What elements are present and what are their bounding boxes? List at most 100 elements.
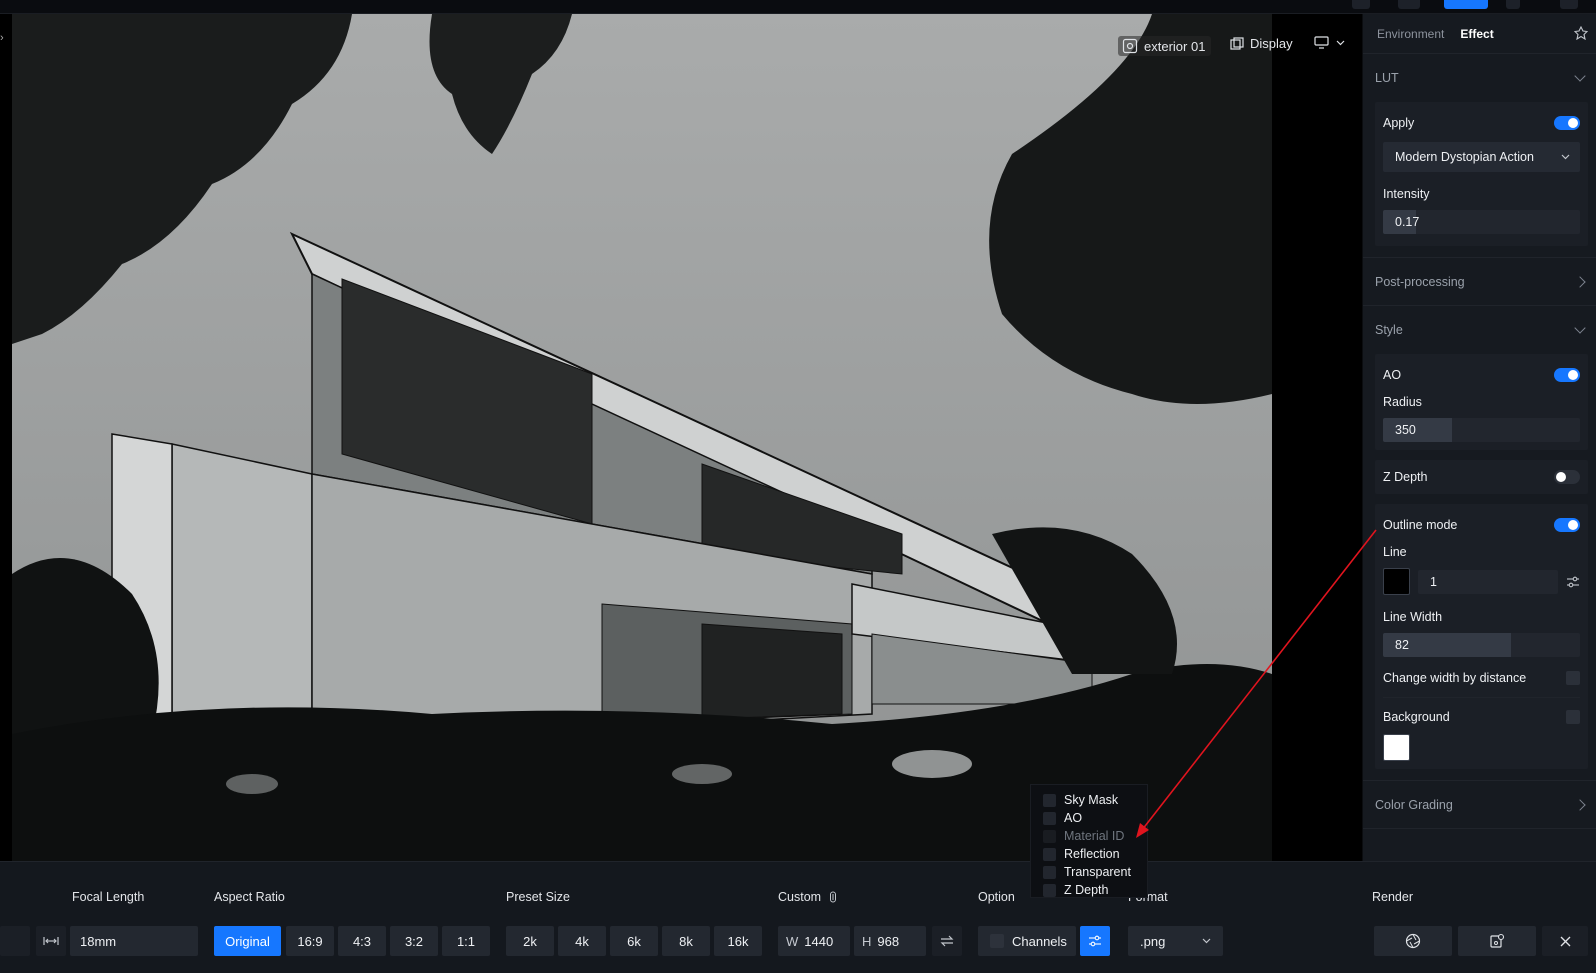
section-style-header[interactable]: Style: [1363, 306, 1596, 354]
height-prefix: H: [862, 933, 872, 949]
line-color-swatch[interactable]: [1383, 568, 1410, 595]
top-tool-button[interactable]: [1506, 0, 1520, 9]
display-icon: [1230, 36, 1244, 50]
channel-option-material-id: Material ID: [1043, 827, 1147, 845]
screen-menu-button[interactable]: [1314, 36, 1345, 50]
background-checkbox[interactable]: [1566, 710, 1580, 724]
preset-6k-button[interactable]: 6k: [610, 926, 658, 956]
aspect-3-2-button[interactable]: 3:2: [390, 926, 438, 956]
preset-6k-label: 6k: [627, 933, 641, 949]
lut-preset-value: Modern Dystopian Action: [1395, 150, 1534, 164]
pin-icon[interactable]: [1574, 26, 1588, 40]
outline-mode-toggle[interactable]: [1554, 518, 1580, 532]
adjust-sliders-icon[interactable]: [1566, 576, 1580, 588]
channel-checkbox[interactable]: [1043, 811, 1056, 825]
channel-option-reflection[interactable]: Reflection: [1043, 845, 1147, 863]
section-lut-header[interactable]: LUT: [1363, 54, 1596, 102]
aspect-3-2-label: 3:2: [404, 933, 424, 949]
channel-option-label: AO: [1064, 811, 1083, 825]
preset-2k-label: 2k: [523, 933, 537, 949]
intensity-slider[interactable]: 0.17: [1383, 210, 1580, 234]
format-select[interactable]: .png: [1128, 926, 1223, 956]
section-style-title: Style: [1375, 323, 1403, 337]
preset-2k-button[interactable]: 2k: [506, 926, 554, 956]
channel-checkbox[interactable]: [1043, 793, 1056, 807]
background-color-swatch[interactable]: [1383, 734, 1410, 761]
custom-width-input[interactable]: W 1440: [778, 926, 850, 956]
line-value-field[interactable]: 1: [1418, 569, 1558, 594]
focal-length-input[interactable]: 18mm: [70, 926, 198, 956]
background-label: Background: [1383, 710, 1450, 724]
aspect-4-3-button[interactable]: 4:3: [338, 926, 386, 956]
preset-size-label: Preset Size: [506, 890, 570, 904]
aspect-original-label: Original: [225, 933, 270, 949]
radius-slider[interactable]: 350: [1383, 418, 1580, 442]
top-tool-button[interactable]: [1352, 0, 1370, 9]
preset-8k-button[interactable]: 8k: [662, 926, 710, 956]
tab-effect[interactable]: Effect: [1460, 27, 1493, 41]
tab-environment[interactable]: Environment: [1377, 27, 1444, 41]
line-width-value: 82: [1395, 638, 1409, 652]
lut-preset-select[interactable]: Modern Dystopian Action: [1383, 142, 1580, 172]
channel-option-ao[interactable]: AO: [1043, 809, 1147, 827]
channel-option-label: Z Depth: [1064, 883, 1109, 897]
channel-checkbox[interactable]: [1043, 847, 1056, 861]
preset-4k-button[interactable]: 4k: [558, 926, 606, 956]
render-button[interactable]: [1374, 926, 1452, 956]
channel-checkbox[interactable]: [1043, 883, 1056, 897]
channel-option-transparent[interactable]: Transparent: [1043, 863, 1147, 881]
option-label: Option: [978, 890, 1015, 904]
top-tool-button[interactable]: [1398, 0, 1420, 9]
aspect-16-9-button[interactable]: 16:9: [286, 926, 334, 956]
line-width-slider[interactable]: 82: [1383, 633, 1580, 657]
render-queue-button[interactable]: [1458, 926, 1536, 956]
chevron-down-icon: [1561, 154, 1570, 160]
focal-prev-field[interactable]: [0, 926, 30, 956]
preset-16k-button[interactable]: 16k: [714, 926, 762, 956]
top-bar: [0, 0, 1596, 14]
collapse-icon[interactable]: ›: [0, 32, 10, 46]
close-button[interactable]: [1542, 926, 1588, 956]
render-viewport[interactable]: › exterior 01 Display: [0, 14, 1362, 861]
custom-height-input[interactable]: H 968: [854, 926, 926, 956]
radius-value: 350: [1395, 423, 1416, 437]
focal-length-label: Focal Length: [72, 890, 145, 904]
chevron-right-icon: [1574, 798, 1586, 811]
top-tool-button[interactable]: [1560, 0, 1578, 9]
camera-label: exterior 01: [1144, 38, 1206, 54]
channels-settings-button[interactable]: [1080, 926, 1110, 956]
swap-dimensions-button[interactable]: [932, 926, 962, 956]
section-color-grading-title: Color Grading: [1375, 797, 1453, 812]
channel-option-z-depth[interactable]: Z Depth: [1043, 881, 1147, 899]
aspect-1-1-button[interactable]: 1:1: [442, 926, 490, 956]
channels-option[interactable]: Channels: [978, 926, 1076, 956]
focal-length-value: 18mm: [80, 933, 117, 949]
channels-dropdown: Sky Mask AO Material ID Reflection Trans…: [1030, 784, 1148, 898]
section-post-processing-header[interactable]: Post-processing: [1363, 258, 1596, 306]
lut-card: Apply Modern Dystopian Action Intensity …: [1375, 102, 1588, 246]
display-button[interactable]: Display: [1230, 36, 1293, 51]
preset-4k-label: 4k: [575, 933, 589, 949]
custom-size-label: Custom: [778, 890, 822, 904]
line-width-label: Line Width: [1383, 610, 1443, 624]
width-prefix: W: [786, 933, 799, 949]
change-width-checkbox[interactable]: [1566, 671, 1580, 685]
section-color-grading-header[interactable]: Color Grading: [1363, 781, 1596, 829]
radius-slider-fill: [1383, 418, 1452, 442]
ao-toggle[interactable]: [1554, 368, 1580, 382]
aspect-original-button[interactable]: Original: [214, 926, 281, 956]
top-tool-button-active[interactable]: [1444, 0, 1488, 9]
render-settings-bar: Focal Length 18mm Aspect Ratio Original …: [0, 861, 1596, 973]
channel-checkbox[interactable]: [1043, 865, 1056, 879]
line-label: Line: [1383, 545, 1407, 559]
channel-option-sky-mask[interactable]: Sky Mask: [1043, 791, 1147, 809]
apply-toggle[interactable]: [1554, 116, 1580, 130]
camera-selector[interactable]: exterior 01: [1118, 36, 1212, 56]
channels-checkbox[interactable]: [990, 934, 1004, 948]
monitor-icon: [1314, 36, 1329, 49]
channel-option-label: Transparent: [1064, 865, 1131, 879]
zdepth-toggle[interactable]: [1554, 470, 1580, 484]
focal-fit-button[interactable]: [36, 926, 66, 956]
section-lut-title: LUT: [1375, 71, 1399, 85]
sort-icon[interactable]: [829, 891, 837, 903]
